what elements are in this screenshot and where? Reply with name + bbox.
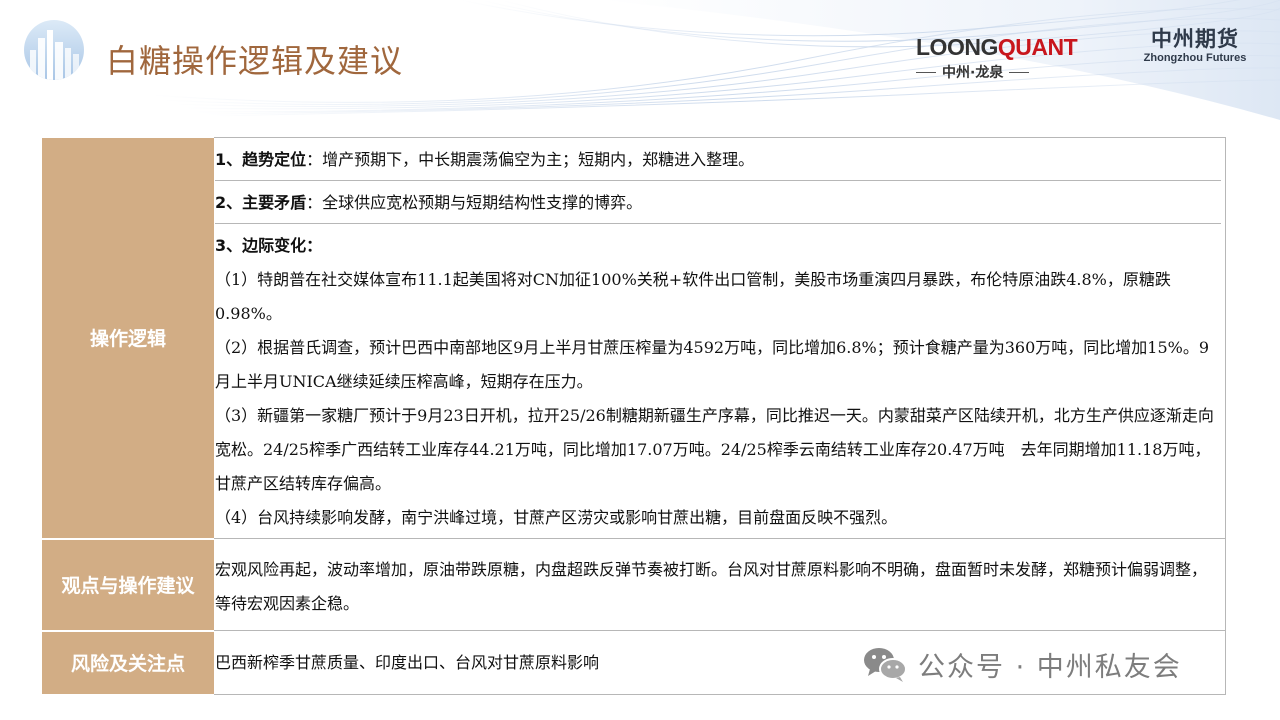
margin-item-4: （4）台风持续影响发酵，南宁洪峰过境，甘蔗产区涝灾或影响甘蔗出糖，目前盘面反映不… <box>215 508 898 527</box>
city-skyline-logo <box>24 20 84 80</box>
trend-line: 1、趋势定位：增产预期下，中长期震荡偏空为主；短期内，郑糖进入整理。 <box>215 138 1221 181</box>
advice-text: 宏观风险再起，波动率增加，原油带跌原糖，内盘超跌反弹节奏被打断。台风对甘蔗原料影… <box>215 560 1208 613</box>
logic-content: 1、趋势定位：增产预期下，中长期震荡偏空为主；短期内，郑糖进入整理。 2、主要矛… <box>214 137 1226 539</box>
zhongzhou-logo: 中州期货 Zhongzhou Futures <box>1140 26 1250 64</box>
brand-quant: QUANT <box>997 34 1078 60</box>
wechat-icon <box>864 648 907 682</box>
margin-item-1: （1）特朗普在社交媒体宣布11.1起美国将对CN加征100%关税+软件出口管制，… <box>215 270 1171 323</box>
row-label-risk: 风险及关注点 <box>42 630 214 696</box>
margin-title: 3、边际变化： <box>215 236 323 255</box>
brand-zz-en: Zhongzhou Futures <box>1143 52 1247 64</box>
loongquant-logo: LOONGQUANT 中州·龙泉 <box>916 34 1078 82</box>
conflict-line: 2、主要矛盾：全球供应宽松预期与短期结构性支撑的博弈。 <box>215 181 1221 224</box>
conflict-title: 2、主要矛盾 <box>215 193 307 212</box>
table-row-advice: 观点与操作建议 宏观风险再起，波动率增加，原油带跌原糖，内盘超跌反弹节奏被打断。… <box>42 538 1226 632</box>
margin-section: 3、边际变化： （1）特朗普在社交媒体宣布11.1起美国将对CN加征100%关税… <box>215 224 1221 538</box>
watermark-text: 公众号 · 中州私友会 <box>918 651 1182 683</box>
trend-title: 1、趋势定位 <box>215 150 307 169</box>
conflict-text: ：全球供应宽松预期与短期结构性支撑的博弈。 <box>306 193 643 212</box>
trend-text: ：增产预期下，中长期震荡偏空为主；短期内，郑糖进入整理。 <box>306 150 755 169</box>
margin-item-3: （3）新疆第一家糖厂预计于9月23日开机，拉开25/26制糖期新疆生产序幕，同比… <box>215 406 1214 493</box>
brand-loong: LOONG <box>916 34 998 60</box>
row-label-advice: 观点与操作建议 <box>42 538 214 632</box>
margin-item-2: （2）根据普氏调查，预计巴西中南部地区9月上半月甘蔗压榨量为4592万吨，同比增… <box>215 338 1210 391</box>
row-label-logic: 操作逻辑 <box>42 137 214 540</box>
strategy-table: 操作逻辑 1、趋势定位：增产预期下，中长期震荡偏空为主；短期内，郑糖进入整理。 … <box>42 137 1226 696</box>
page-title: 白糖操作逻辑及建议 <box>106 42 404 80</box>
brand-zz-cn: 中州期货 <box>1151 27 1239 51</box>
brand-loong-sub: 中州·龙泉 <box>942 65 1004 81</box>
watermark: 公众号 · 中州私友会 <box>862 644 1182 684</box>
table-row-logic: 操作逻辑 1、趋势定位：增产预期下，中长期震荡偏空为主；短期内，郑糖进入整理。 … <box>42 137 1226 540</box>
advice-content: 宏观风险再起，波动率增加，原油带跌原糖，内盘超跌反弹节奏被打断。台风对甘蔗原料影… <box>214 538 1226 631</box>
